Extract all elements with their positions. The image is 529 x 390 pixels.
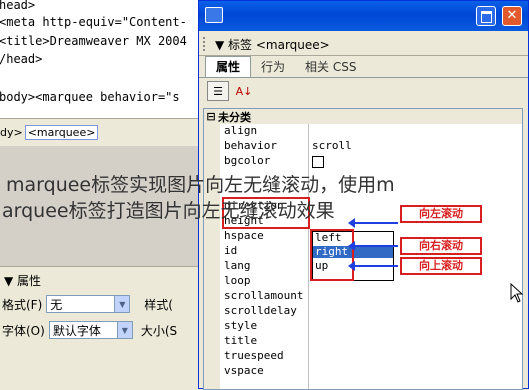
tag-body[interactable]: dy> [0,126,23,139]
category-row[interactable]: ⊟ 未分类 [204,109,522,124]
panel-header-title: ▼ 标签 <marquee> [215,37,330,52]
code-line: /head> [0,52,43,66]
size-label: 大小(S [140,323,178,338]
format-row: 格式(F) 无 ▼ 样式( [2,293,173,315]
list-view-icon[interactable]: ☰ [207,81,229,101]
chevron-down-icon[interactable]: ▼ [114,296,130,312]
collapse-icon[interactable]: ⊟ [204,110,218,123]
code-editor[interactable]: head> <meta http-equiv="Content- <title>… [0,0,201,118]
attr-name[interactable]: lang [224,259,251,272]
tag-marquee[interactable]: <marquee> [24,124,99,140]
font-label: 字体(O) [2,323,45,338]
panel-header[interactable]: ▼ 标签 <marquee> [199,33,528,56]
attr-name[interactable]: title [224,334,257,347]
attr-value[interactable]: scroll [312,139,352,152]
category-label: 未分类 [218,110,251,124]
close-icon[interactable]: ✕ [502,6,522,26]
attr-name[interactable]: behavior [224,139,277,152]
tab-behaviors[interactable]: 行为 [251,57,295,77]
overlay-line-1: marquee标签实现图片向左无缝滚动，使用m [6,174,395,196]
options-highlight [310,229,354,281]
annotation-right: 向右滚动 [400,237,482,255]
attr-name[interactable]: bgcolor [224,154,270,167]
property-inspector-title[interactable]: ▼ 属性 [4,272,41,289]
attr-name[interactable]: align [224,124,257,137]
attributes-grid: ⊟ 未分类 align behavior scroll bgcolor dire… [203,108,523,390]
attr-name[interactable]: scrollamount [224,289,303,302]
format-select[interactable]: 无 ▼ [46,295,131,313]
property-inspector: ▼ 属性 格式(F) 无 ▼ 样式( 字体(O) 默认字体 ▼ 大小(S [0,266,200,390]
grid-gutter [204,124,220,389]
attr-name[interactable]: scrolldelay [224,304,297,317]
attr-name[interactable]: hspace [224,229,264,242]
tab-related-css[interactable]: 相关 CSS [295,57,366,77]
mouse-cursor-icon [510,283,524,303]
maximize-icon[interactable] [476,6,496,26]
sort-az-icon[interactable]: A↓ [233,81,255,101]
style-label: 样式( [144,297,173,312]
font-value: 默认字体 [52,323,101,338]
arrow-right-icon [348,241,398,251]
panel-window-icon [205,7,223,23]
tab-attributes[interactable]: 属性 [205,56,252,77]
chevron-down-icon[interactable]: ▼ [116,322,132,338]
arrow-up-icon [348,261,398,271]
format-value: 无 [50,297,63,312]
format-label: 格式(F) [2,297,43,312]
annotation-up: 向上滚动 [400,257,482,275]
code-line: <meta http-equiv="Content- [0,15,187,29]
attr-name[interactable]: vspace [224,364,264,377]
tag-selector-bar: dy> <marquee> [0,118,200,147]
font-select[interactable]: 默认字体 ▼ [48,321,133,339]
panel-tabs: 属性 行为 相关 CSS [199,55,528,78]
code-line: <title>Dreamweaver MX 2004 [0,34,187,48]
panel-titlebar[interactable]: ✕ [199,1,528,31]
code-line: head> [0,0,36,12]
grid-divider [308,124,309,389]
attr-name[interactable]: id [224,244,237,257]
code-line: body><marquee behavior="s [0,90,180,104]
panel-toolbar: ☰ A↓ [199,79,528,105]
attr-name[interactable]: truespeed [224,349,284,362]
attr-name[interactable]: loop [224,274,251,287]
font-row: 字体(O) 默认字体 ▼ 大小(S [2,319,177,341]
color-swatch[interactable] [312,156,324,168]
grip-icon[interactable] [203,37,211,51]
attr-name[interactable]: style [224,319,257,332]
overlay-line-2: arquee标签打造图片向左无缝滚动效果 [2,200,335,222]
